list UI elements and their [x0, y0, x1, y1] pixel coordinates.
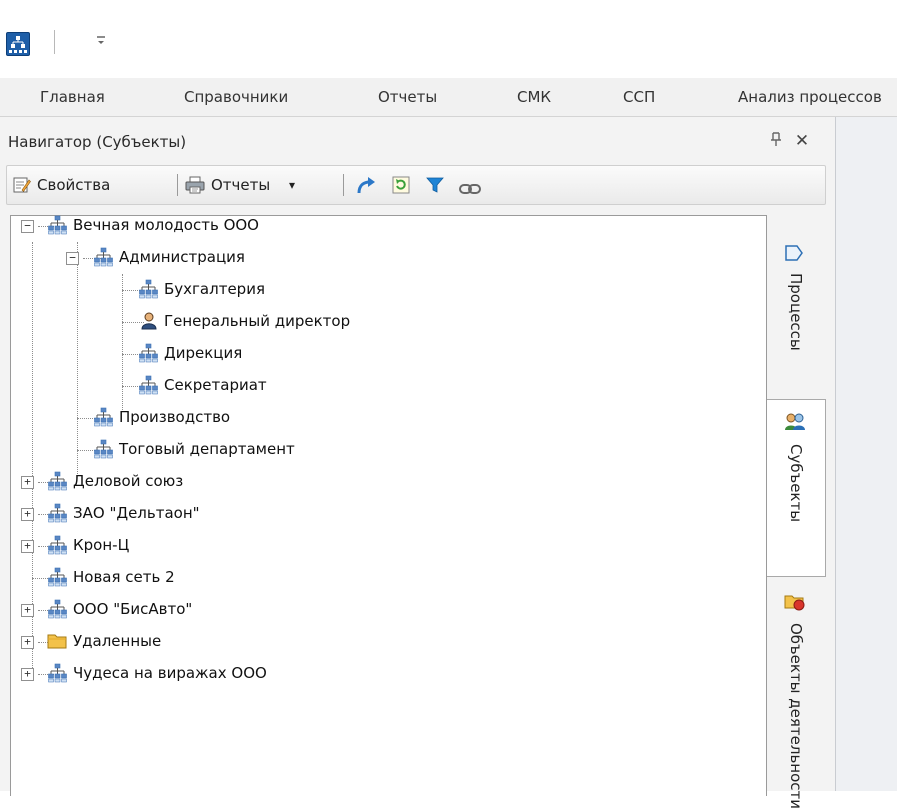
collapse-icon[interactable]: −	[66, 252, 79, 265]
tab-references[interactable]: Справочники	[184, 78, 288, 116]
side-tab-label: Процессы	[787, 273, 805, 351]
navigator-toolbar: Свойства Отчеты ▾	[6, 165, 826, 205]
tree-node[interactable]: + Чудеса на виражах ООО	[11, 658, 751, 688]
tree-node-label: Деловой союз	[73, 472, 184, 490]
link-button[interactable]	[459, 172, 483, 198]
expand-icon[interactable]: +	[21, 476, 34, 489]
tree-node-label: Производство	[119, 408, 231, 426]
properties-icon	[13, 176, 31, 194]
properties-button[interactable]: Свойства	[13, 172, 163, 198]
reports-label: Отчеты	[211, 176, 271, 194]
tree-node-label: ЗАО "Дельтаон"	[73, 504, 200, 522]
process-icon	[784, 243, 804, 267]
tree-node-label: Дирекция	[164, 344, 243, 362]
tree-node[interactable]: Тоговый департамент	[11, 434, 751, 464]
tree-node-label: Тоговый департамент	[119, 440, 295, 458]
expand-icon[interactable]: +	[21, 508, 34, 521]
chevron-down-icon: ▾	[289, 178, 296, 192]
expand-icon[interactable]: +	[21, 540, 34, 553]
side-tab-strip: Процессы Субъекты Объекты деятельности	[767, 215, 829, 809]
tab-process-analysis[interactable]: Анализ процессов	[738, 78, 882, 116]
subjects-tree[interactable]: − Вечная молодость ООО − Администрация Бухга…	[10, 215, 767, 796]
tree-node-label: Вечная молодость ООО	[73, 216, 259, 234]
expand-icon[interactable]: +	[21, 668, 34, 681]
reports-dropdown-button[interactable]: Отчеты ▾	[185, 172, 343, 198]
tree-node-label: Удаленные	[73, 632, 162, 650]
panel-header: Навигатор (Субъекты) ✕	[6, 127, 826, 159]
tree-node[interactable]: + Крон-Ц	[11, 530, 751, 560]
objects-icon	[784, 591, 806, 615]
toolbar-separator	[54, 30, 55, 54]
people-icon	[784, 412, 806, 436]
side-tab-processes[interactable]: Процессы	[767, 231, 825, 399]
close-icon[interactable]: ✕	[792, 131, 812, 151]
tree-node[interactable]: Новая сеть 2	[11, 562, 751, 592]
link-icon	[459, 178, 481, 204]
tree-node[interactable]: Бухгалтерия	[11, 274, 751, 304]
navigator-panel: Навигатор (Субъекты) ✕ Свойства Отчеты ▾	[0, 117, 835, 809]
tree-node-label: Чудеса на виражах ООО	[73, 664, 267, 682]
pin-icon[interactable]	[768, 131, 784, 151]
refresh-icon	[391, 175, 411, 203]
printer-icon	[185, 176, 205, 194]
ribbon-tab-bar: Главная Справочники Отчеты СМК ССП Анали…	[0, 78, 897, 117]
collapse-icon[interactable]: −	[21, 220, 34, 233]
tree-node-label: ООО "БисАвто"	[73, 600, 193, 618]
filter-icon	[425, 175, 445, 203]
tree-node[interactable]: − Администрация	[11, 242, 751, 272]
workspace-area	[835, 117, 897, 791]
tab-reports[interactable]: Отчеты	[378, 78, 437, 116]
tree-node[interactable]: Генеральный директор	[11, 306, 751, 336]
person-icon	[141, 311, 157, 341]
navigate-button[interactable]	[355, 172, 377, 198]
properties-label: Свойства	[37, 176, 111, 194]
customize-quick-access-icon[interactable]	[92, 32, 110, 52]
tree-node[interactable]: Секретариат	[11, 370, 751, 400]
tree-node[interactable]: + Деловой союз	[11, 466, 751, 496]
side-tab-label: Объекты деятельности	[787, 623, 805, 809]
tab-smk[interactable]: СМК	[517, 78, 551, 116]
tree-node-label: Генеральный директор	[164, 312, 351, 330]
side-tab-label: Субъекты	[787, 444, 805, 523]
panel-title: Навигатор (Субъекты)	[8, 133, 187, 151]
app-logo-icon[interactable]	[6, 32, 30, 56]
tree-node[interactable]: − Вечная молодость ООО	[11, 210, 751, 240]
tree-node-label: Бухгалтерия	[164, 280, 265, 298]
side-tab-subjects[interactable]: Субъекты	[767, 399, 826, 577]
expand-icon[interactable]: +	[21, 636, 34, 649]
toolbar-separator	[177, 174, 178, 196]
side-tab-activity-objects[interactable]: Объекты деятельности	[767, 579, 825, 809]
tab-home[interactable]: Главная	[40, 78, 105, 116]
tree-node[interactable]: Дирекция	[11, 338, 751, 368]
filter-button[interactable]	[425, 172, 447, 198]
tab-ssp[interactable]: ССП	[623, 78, 655, 116]
redo-arrow-icon	[355, 175, 377, 205]
tree-node-label: Крон-Ц	[73, 536, 130, 554]
tree-node[interactable]: + ЗАО "Дельтаон"	[11, 498, 751, 528]
tree-node[interactable]: Производство	[11, 402, 751, 432]
toolbar-separator	[343, 174, 344, 196]
org-structure-icon	[47, 663, 67, 694]
refresh-button[interactable]	[391, 172, 413, 198]
tree-node-label: Администрация	[119, 248, 245, 266]
tree-node[interactable]: + Удаленные	[11, 626, 751, 656]
expand-icon[interactable]: +	[21, 604, 34, 617]
quick-access-toolbar	[0, 0, 897, 78]
folder-icon	[47, 631, 67, 661]
tree-node[interactable]: + ООО "БисАвто"	[11, 594, 751, 624]
tree-node-label: Секретариат	[164, 376, 267, 394]
tree-node-label: Новая сеть 2	[73, 568, 175, 586]
